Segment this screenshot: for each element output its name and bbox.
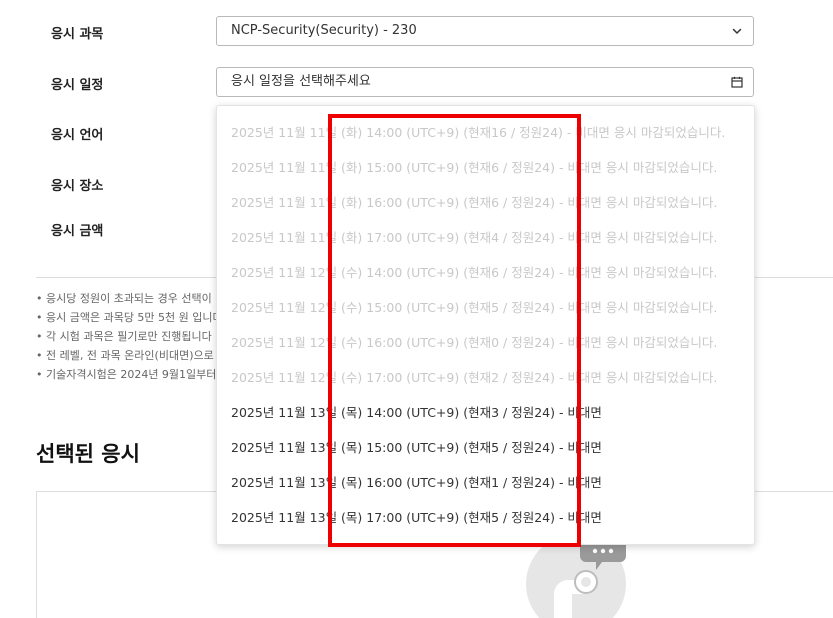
selected-exam-title: 선택된 응시	[36, 442, 140, 466]
calendar-icon	[731, 68, 743, 96]
schedule-option: 2025년 11월 12일 (수) 14:00 (UTC+9) (현재6 / 정…	[231, 265, 718, 280]
chevron-down-icon	[731, 17, 743, 45]
schedule-option: 2025년 11월 11일 (화) 17:00 (UTC+9) (현재4 / 정…	[231, 230, 718, 245]
exam-application-page: 응시 과목 응시 일정 응시 언어 응시 장소 응시 금액 NCP-Securi…	[0, 0, 833, 618]
schedule-option[interactable]: 2025년 11월 13일 (목) 15:00 (UTC+9) (현재5 / 정…	[231, 430, 602, 465]
schedule-option: 2025년 11월 11일 (화) 14:00 (UTC+9) (현재16 / …	[231, 125, 726, 140]
subject-label: 응시 과목	[51, 27, 104, 42]
schedule-option[interactable]: 2025년 11월 13일 (목) 17:00 (UTC+9) (현재5 / 정…	[231, 500, 602, 535]
location-label: 응시 장소	[51, 179, 104, 194]
notice-item: • 응시 금액은 과목당 5만 5천 원 입니다	[36, 311, 221, 324]
schedule-option: 2025년 11월 12일 (수) 17:00 (UTC+9) (현재2 / 정…	[231, 370, 718, 385]
schedule-select[interactable]: 응시 일정을 선택해주세요	[216, 67, 754, 97]
fee-label: 응시 금액	[51, 224, 104, 239]
language-label: 응시 언어	[51, 128, 104, 143]
notice-item: • 기술자격시험은 2024년 9월1일부터	[36, 368, 217, 381]
schedule-option: 2025년 11월 12일 (수) 16:00 (UTC+9) (현재0 / 정…	[231, 335, 718, 350]
schedule-option[interactable]: 2025년 11월 13일 (목) 16:00 (UTC+9) (현재1 / 정…	[231, 465, 602, 500]
schedule-option: 2025년 11월 12일 (수) 15:00 (UTC+9) (현재5 / 정…	[231, 300, 718, 315]
schedule-label: 응시 일정	[51, 78, 104, 93]
schedule-dropdown: 2025년 11월 11일 (화) 14:00 (UTC+9) (현재16 / …	[216, 105, 755, 545]
notice-item: • 전 레벨, 전 과목 온라인(비대면)으로	[36, 349, 214, 362]
subject-select-value: NCP-Security(Security) - 230	[231, 23, 417, 38]
schedule-option: 2025년 11월 11일 (화) 15:00 (UTC+9) (현재6 / 정…	[231, 160, 718, 175]
schedule-option[interactable]: 2025년 11월 13일 (목) 14:00 (UTC+9) (현재3 / 정…	[231, 395, 602, 430]
notice-item: • 응시당 정원이 초과되는 경우 선택이	[36, 292, 212, 305]
notice-list: • 응시당 정원이 초과되는 경우 선택이 • 응시 금액은 과목당 5만 5천…	[36, 289, 221, 384]
subject-select[interactable]: NCP-Security(Security) - 230	[216, 16, 754, 46]
schedule-select-placeholder: 응시 일정을 선택해주세요	[231, 74, 371, 89]
notice-item: • 각 시험 과목은 필기로만 진행됩니다	[36, 330, 212, 343]
schedule-option: 2025년 11월 11일 (화) 16:00 (UTC+9) (현재6 / 정…	[231, 195, 718, 210]
